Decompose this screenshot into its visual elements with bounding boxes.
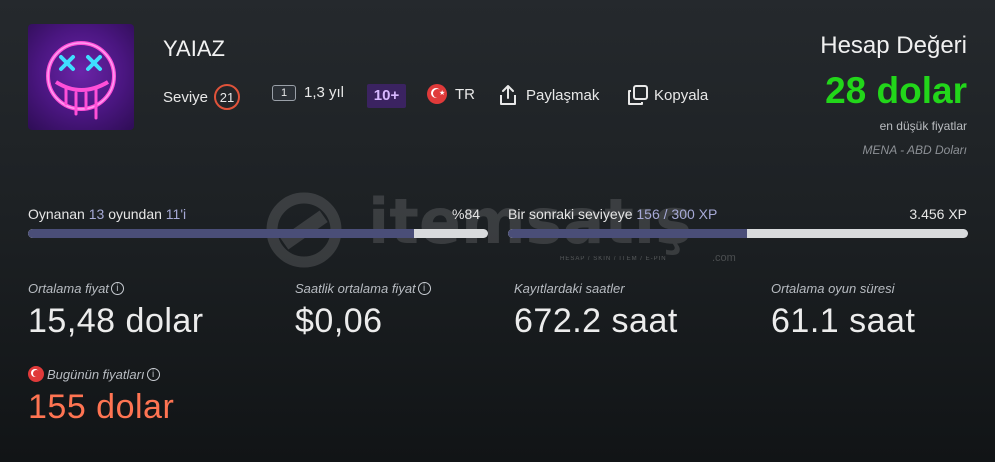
info-icon[interactable]: i: [110, 282, 124, 295]
hourly-price-stat: Saatlik ortalama fiyat i $0,06: [295, 281, 431, 341]
games-progress-fill: [28, 229, 415, 238]
share-icon: [500, 85, 516, 105]
avatar: [28, 24, 134, 130]
copy-button[interactable]: Kopyala: [627, 84, 708, 106]
avg-price-label: Ortalama fiyat: [28, 281, 109, 296]
avg-play-label: Ortalama oyun süresi: [771, 281, 895, 296]
country-code: TR: [455, 85, 475, 103]
account-years: 1,3 yıl: [304, 84, 345, 101]
account-age: 1 1,3 yıl: [272, 84, 344, 101]
account-value: 28 dolar: [825, 70, 967, 111]
recorded-value: 672.2 saat: [514, 302, 678, 340]
avg-play-stat: Ortalama oyun süresi 61.1 saat: [771, 281, 915, 341]
games-total: 11'i: [165, 206, 187, 222]
account-value-label: Hesap Değeri: [820, 32, 967, 59]
games-mid: oyundan: [108, 206, 162, 222]
avg-play-value: 61.1 saat: [771, 302, 916, 340]
recorded-label: Kayıtlardaki saatler: [514, 281, 625, 296]
info-icon[interactable]: i: [417, 282, 431, 295]
hourly-label: Saatlik ortalama fiyat: [295, 281, 416, 296]
level-progress-label: Bir sonraki seviyeye 156 / 300 XP: [508, 206, 717, 222]
games-prefix: Oynanan: [28, 206, 85, 222]
username: YAIAZ: [163, 36, 225, 61]
games-percent: %84: [452, 206, 481, 222]
watermark-domain: .com: [712, 252, 736, 264]
country: ★ TR: [427, 84, 475, 104]
level-prefix: Bir sonraki seviyeye: [508, 206, 633, 222]
turkey-flag-icon: [28, 366, 44, 382]
account-value-sub: en düşük fiyatlar: [879, 119, 967, 133]
hourly-value: $0,06: [295, 302, 383, 340]
level-progress-fill: [508, 229, 748, 238]
info-icon[interactable]: i: [146, 367, 160, 381]
recorded-hours-stat: Kayıtlardaki saatler 672.2 saat: [514, 281, 678, 341]
account-value-region: MENA - ABD Doları: [862, 143, 967, 157]
level-xp: 156 / 300 XP: [636, 206, 718, 222]
today-value: 155 dolar: [28, 388, 175, 426]
years-icon: 1: [272, 84, 296, 101]
today-label: Bugünün fiyatları: [47, 366, 145, 382]
copy-icon: [628, 85, 648, 105]
share-button[interactable]: Paylaşmak: [498, 84, 599, 106]
avg-price-stat: Ortalama fiyat i 15,48 dolar: [28, 281, 204, 341]
ten-plus-badge: 10+: [367, 84, 406, 108]
games-progress-bar: [28, 229, 488, 238]
turkey-flag-icon: ★: [427, 84, 447, 104]
games-progress-label: Oynanan 13 oyundan 11'i: [28, 206, 186, 222]
total-xp: 3.456 XP: [909, 206, 967, 222]
level-badge: 21: [214, 84, 241, 110]
today-price-stat: Bugünün fiyatları i 155 dolar: [28, 366, 174, 427]
share-label: Paylaşmak: [526, 86, 600, 104]
level-label: Seviye: [163, 88, 209, 106]
level-progress-bar: [508, 229, 968, 238]
copy-label: Kopyala: [654, 86, 709, 104]
watermark-sub: HESAP / SKIN / ITEM / E-PIN: [560, 256, 667, 262]
games-played: 13: [88, 206, 105, 222]
level-indicator: Seviye 21: [163, 84, 241, 110]
avg-price-value: 15,48 dolar: [28, 302, 204, 340]
